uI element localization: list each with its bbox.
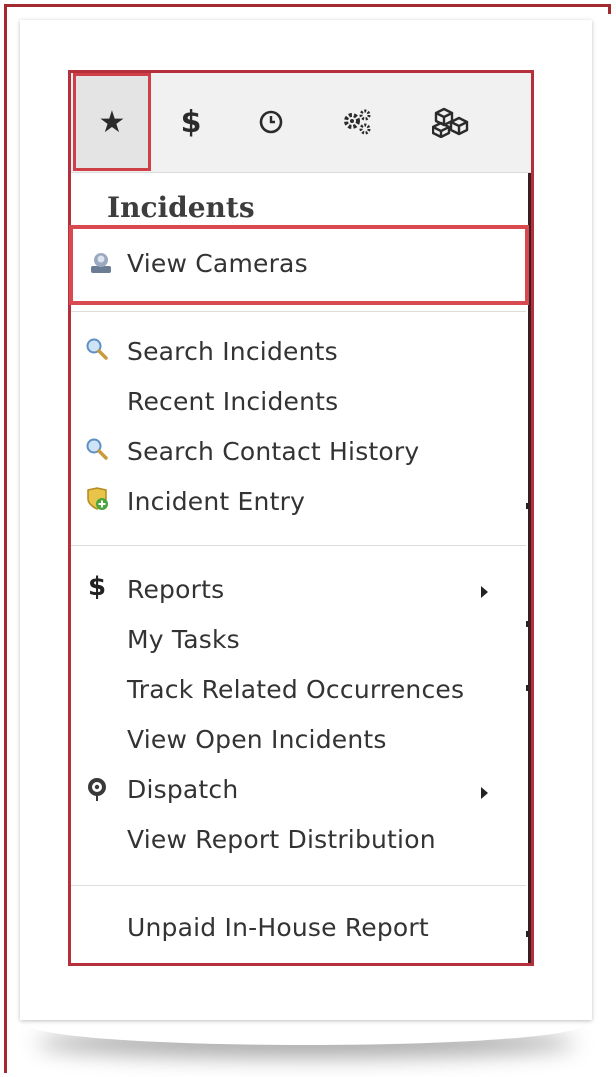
menu-item-label: Dispatch (127, 775, 239, 804)
divider (71, 885, 526, 886)
menu-item-label: View Report Distribution (127, 825, 436, 854)
frame-right-edge (608, 4, 611, 14)
tab-billing[interactable]: $ (161, 87, 221, 157)
chevron-right-icon (481, 586, 488, 598)
radio-icon (83, 775, 111, 803)
clock-icon (259, 110, 283, 134)
menu-item-label: Search Contact History (127, 437, 420, 466)
tab-favorites[interactable]: ★ (73, 73, 151, 171)
cubes-icon (432, 107, 469, 138)
menu-item-label: Search Incidents (127, 337, 338, 366)
frame-top-edge (4, 4, 610, 7)
magnifier-icon (83, 335, 111, 363)
frame-left-edge (4, 4, 7, 1073)
scroll-tick (526, 685, 528, 691)
menu-item-view-cameras[interactable]: View Cameras (69, 225, 529, 305)
dollar-icon: $ (180, 104, 202, 140)
tab-modules[interactable] (421, 87, 481, 157)
favorites-menu: ★ $ Incidents View Cameras Search Incide… (68, 70, 534, 966)
camera-user-icon (87, 249, 115, 277)
menu-toolbar: ★ $ (71, 73, 531, 173)
divider (71, 311, 526, 312)
tab-history[interactable] (241, 87, 301, 157)
magnifier-icon (83, 435, 111, 463)
scroll-tick (526, 503, 528, 509)
dollar-icon: $ (87, 572, 107, 602)
chevron-right-icon (481, 787, 488, 799)
menu-item-label: Reports (127, 575, 225, 604)
star-icon: ★ (98, 104, 126, 140)
menu-item-label: Incident Entry (127, 487, 306, 516)
menu-item-label: View Cameras (127, 249, 308, 278)
gears-icon (344, 109, 371, 135)
section-title: Incidents (107, 191, 255, 224)
menu-item-label: Track Related Occurrences (127, 675, 465, 704)
menu-item-label: My Tasks (127, 625, 240, 654)
tab-settings[interactable] (327, 87, 387, 157)
menu-item-label: Recent Incidents (127, 387, 339, 416)
menu-item-label: View Open Incidents (127, 725, 387, 754)
scroll-tick (526, 621, 528, 627)
scroll-tick (526, 931, 528, 937)
divider (71, 545, 526, 546)
shield-add-icon (83, 485, 111, 513)
menu-item-label: Unpaid In-House Report (127, 913, 429, 942)
